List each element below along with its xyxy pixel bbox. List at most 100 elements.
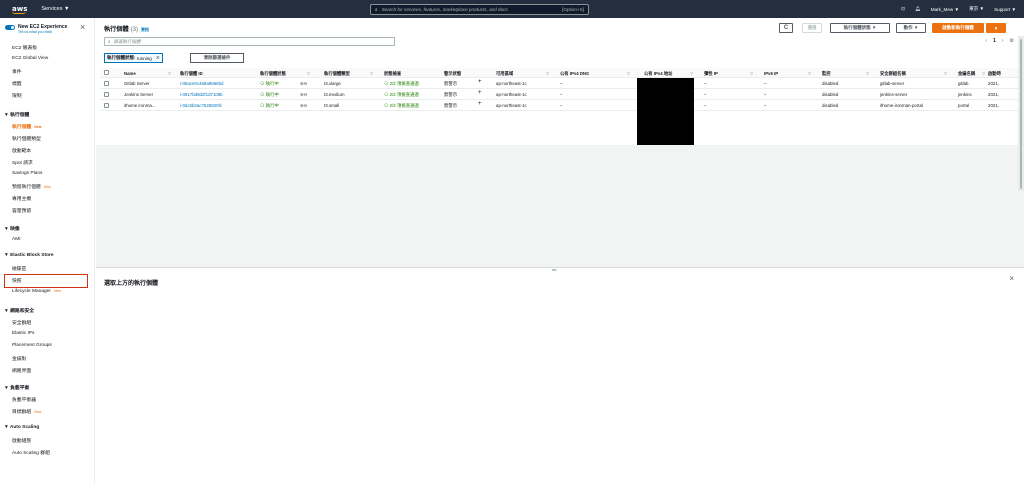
sort-icon[interactable]: ▽ bbox=[866, 71, 869, 76]
col-instance-id[interactable]: 執行個體 ID bbox=[180, 71, 203, 77]
sidebar-item-security-groups[interactable]: 安全群組 bbox=[12, 319, 31, 326]
cloudshell-icon[interactable]: ⊡ bbox=[901, 6, 905, 12]
prev-page-icon[interactable]: ‹ bbox=[985, 38, 987, 44]
col-instance-type[interactable]: 執行個體類型 bbox=[324, 71, 350, 77]
sidebar-item-global-view[interactable]: EC2 Global View bbox=[12, 56, 48, 61]
region-menu[interactable]: 東京 ▼ bbox=[969, 6, 984, 12]
sidebar-item-tags[interactable]: 標籤 bbox=[12, 80, 22, 87]
close-sidebar-icon[interactable]: × bbox=[80, 22, 85, 32]
sort-icon[interactable]: ▽ bbox=[370, 71, 373, 76]
support-menu[interactable]: Support ▼ bbox=[994, 7, 1016, 12]
sort-icon[interactable]: ▽ bbox=[690, 71, 693, 76]
col-name[interactable]: Name bbox=[124, 71, 136, 76]
sidebar-item-savings-plans[interactable]: Savings Plans bbox=[12, 171, 42, 176]
sidebar-item-launch-templates[interactable]: 啟動範本 bbox=[12, 147, 31, 154]
global-search-input[interactable]: ⌕ Search for services, features, marketp… bbox=[370, 4, 589, 15]
refresh-button[interactable]: C bbox=[779, 23, 793, 33]
table-row[interactable]: Gitlab Server i-05ace0c468a9866bd ⊙ 執行中 … bbox=[100, 78, 1024, 89]
col-security-group[interactable]: 安全群組名稱 bbox=[880, 71, 906, 77]
sidebar-item-lifecycle-manager[interactable]: Lifecycle Manager New bbox=[12, 289, 61, 294]
sidebar-item-ami[interactable]: AMI bbox=[12, 237, 21, 242]
sidebar-item-snapshots[interactable]: 快照 bbox=[12, 277, 22, 284]
table-row[interactable]: ithome ironma... i-0dc5b2ac7625820fc ⊙ 執… bbox=[100, 100, 1024, 111]
add-alarm-icon[interactable]: + bbox=[478, 101, 482, 107]
col-alarm-status[interactable]: 警示狀態 bbox=[444, 71, 461, 77]
sidebar-item-elastic-ips[interactable]: Elastic IPs bbox=[12, 331, 34, 336]
sort-icon[interactable]: ▽ bbox=[627, 71, 630, 76]
sidebar-item-launch-configurations[interactable]: 啟動組態 bbox=[12, 437, 31, 444]
notifications-bell-icon[interactable]: 🔔︎ bbox=[915, 6, 921, 12]
sort-icon[interactable]: ▽ bbox=[168, 71, 171, 76]
sidebar-item-limits[interactable]: 限制 bbox=[12, 92, 22, 99]
sidebar-section-load-balancing[interactable]: ▼ 負載平衡 bbox=[4, 384, 29, 391]
col-availability-zone[interactable]: 可用區域 bbox=[496, 71, 513, 77]
sidebar-item-key-pairs[interactable]: 金鑰對 bbox=[12, 355, 26, 362]
sidebar-section-instances[interactable]: ▼ 執行個體 bbox=[4, 111, 29, 118]
sidebar-item-placement-groups[interactable]: Placement Groups bbox=[12, 343, 52, 348]
table-row[interactable]: Jenkins Server i-0917bd9d2f1d7108b ⊙ 執行中… bbox=[100, 89, 1024, 100]
col-instance-state[interactable]: 執行個體狀態 bbox=[260, 71, 286, 77]
row-checkbox[interactable] bbox=[104, 103, 109, 108]
sidebar-item-load-balancers[interactable]: 負載平衡器 bbox=[12, 396, 36, 403]
sidebar-item-reserved-instances[interactable]: 預留執行個體 New bbox=[12, 183, 51, 190]
zoom-icons[interactable]: ⊕⊖ bbox=[300, 103, 307, 109]
select-all-checkbox[interactable] bbox=[104, 70, 109, 75]
remove-filter-icon[interactable]: × bbox=[156, 55, 160, 62]
row-checkbox[interactable] bbox=[104, 81, 109, 86]
sort-icon[interactable]: ▽ bbox=[982, 71, 985, 76]
close-panel-icon[interactable]: × bbox=[1009, 274, 1014, 283]
sort-icon[interactable]: ▽ bbox=[944, 71, 947, 76]
instance-filter-input[interactable]: ⌕ 篩選執行個體 bbox=[104, 37, 395, 46]
connect-button[interactable]: 連接 bbox=[802, 23, 822, 33]
sort-icon[interactable]: ▽ bbox=[750, 71, 753, 76]
sidebar-item-instances[interactable]: 執行個體 New bbox=[12, 123, 42, 130]
sidebar-item-instance-types[interactable]: 執行個體類型 bbox=[12, 135, 41, 142]
sidebar-item-spot-requests[interactable]: Spot 請求 bbox=[12, 159, 33, 166]
settings-gear-icon[interactable]: ⚙ bbox=[1010, 38, 1014, 44]
sidebar-item-target-groups[interactable]: 目標群組 New bbox=[12, 408, 41, 415]
sort-icon[interactable]: ▽ bbox=[307, 71, 310, 76]
next-page-icon[interactable]: › bbox=[1002, 38, 1004, 44]
aws-logo[interactable]: aws bbox=[12, 5, 27, 14]
col-public-dns[interactable]: 公有 IPv4 DNS bbox=[560, 71, 589, 77]
zoom-icons[interactable]: ⊕⊖ bbox=[300, 92, 307, 98]
account-menu[interactable]: Mark_Mew ▼ bbox=[931, 7, 959, 12]
col-launch-time[interactable]: 啟動時 bbox=[988, 71, 1001, 77]
cell-instance-id[interactable]: i-05ace0c468a9866bd bbox=[180, 81, 223, 86]
sidebar-item-capacity-reservations[interactable]: 容量預留 bbox=[12, 207, 31, 214]
col-elastic-ip[interactable]: 彈性 IP bbox=[704, 71, 718, 77]
sidebar-item-dashboard[interactable]: EC2 儀表板 bbox=[12, 44, 37, 51]
resize-handle[interactable]: ═ bbox=[552, 268, 556, 274]
col-public-ipv4[interactable]: 公有 IPv4 地址 bbox=[644, 71, 672, 77]
clear-filters-button[interactable]: 清除篩選條件 bbox=[190, 53, 244, 63]
launch-menu-button[interactable]: ▼ bbox=[986, 23, 1006, 33]
col-key-name[interactable]: 金鑰名稱 bbox=[958, 71, 975, 77]
current-page[interactable]: 1 bbox=[993, 38, 996, 44]
scrollbar[interactable] bbox=[1018, 36, 1024, 191]
sidebar-section-images[interactable]: ▼ 映像 bbox=[4, 225, 20, 232]
sidebar-item-events[interactable]: 事件 bbox=[12, 68, 22, 75]
cell-instance-id[interactable]: i-0917bd9d2f1d7108b bbox=[180, 92, 223, 97]
col-monitoring[interactable]: 監控 bbox=[822, 71, 831, 77]
filter-token[interactable]: 執行個體狀態: running × bbox=[104, 53, 163, 63]
actions-button[interactable]: 動作 ▼ bbox=[896, 23, 926, 33]
cell-instance-id[interactable]: i-0dc5b2ac7625820fc bbox=[180, 103, 222, 108]
sidebar-section-network-security[interactable]: ▼ 網路和安全 bbox=[4, 307, 34, 314]
col-status-check[interactable]: 狀態檢查 bbox=[384, 71, 401, 77]
feedback-link[interactable]: Tell us what you think bbox=[18, 30, 52, 34]
new-experience-toggle[interactable] bbox=[5, 24, 15, 30]
sort-icon[interactable]: ▽ bbox=[808, 71, 811, 76]
add-alarm-icon[interactable]: + bbox=[478, 79, 482, 85]
col-ipv6[interactable]: IPv6 IP bbox=[764, 71, 778, 76]
sort-icon[interactable]: ▽ bbox=[546, 71, 549, 76]
sidebar-item-auto-scaling-groups[interactable]: Auto Scaling 群組 bbox=[12, 449, 50, 456]
launch-instance-button[interactable]: 啟動新執行個體 bbox=[932, 23, 984, 33]
services-menu[interactable]: Services ▼ bbox=[41, 6, 69, 12]
instance-state-button[interactable]: 執行個體狀態 ▼ bbox=[830, 23, 890, 33]
sidebar-item-network-interfaces[interactable]: 網路界面 bbox=[12, 367, 31, 374]
row-checkbox[interactable] bbox=[104, 92, 109, 97]
sidebar-item-volumes[interactable]: 磁碟區 bbox=[12, 265, 26, 272]
sidebar-item-dedicated-hosts[interactable]: 專用主機 bbox=[12, 195, 31, 202]
add-alarm-icon[interactable]: + bbox=[478, 90, 482, 96]
info-link[interactable]: 資訊 bbox=[141, 27, 149, 32]
